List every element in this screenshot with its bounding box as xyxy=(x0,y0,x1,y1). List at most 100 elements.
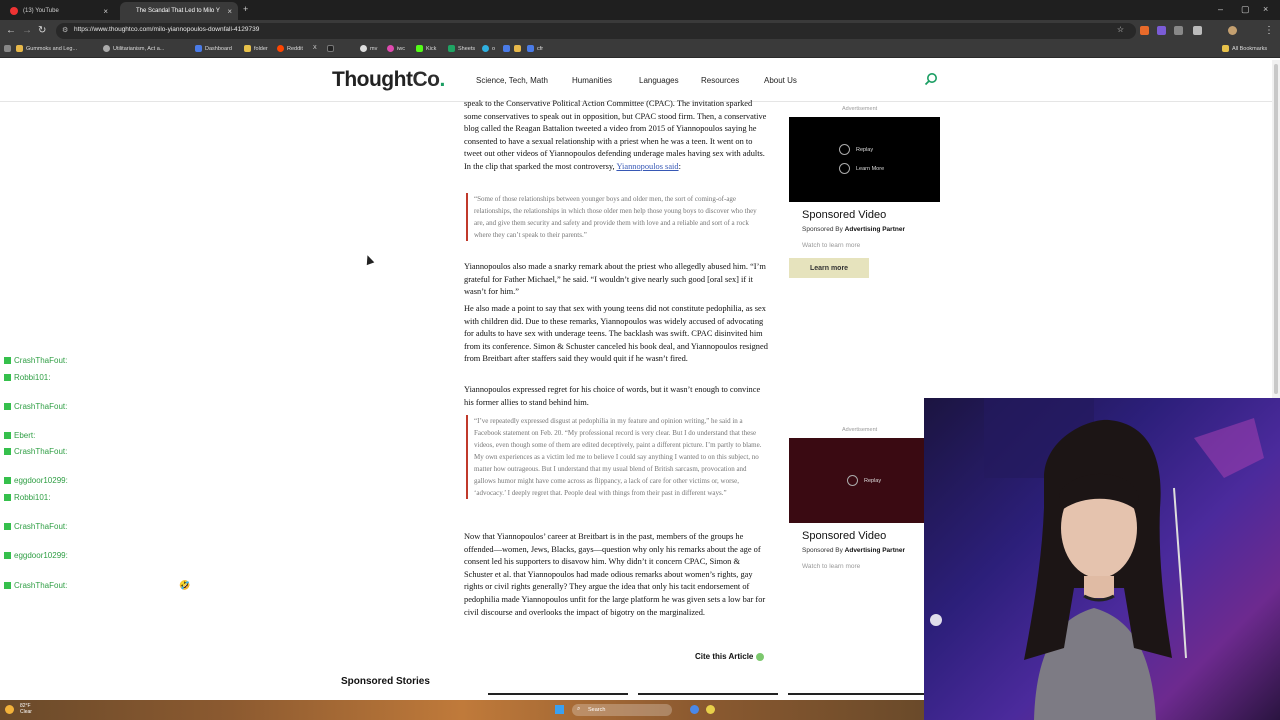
replay-button[interactable]: Replay xyxy=(839,144,873,155)
bookmark-item[interactable]: o xyxy=(482,45,495,52)
maximize-icon[interactable]: ▢ xyxy=(1241,4,1250,15)
all-bookmarks-label: All Bookmarks xyxy=(1232,45,1268,52)
bookmark-label: Sheets xyxy=(458,45,476,52)
sponsored-by: Sponsored By Advertising Partner xyxy=(802,226,905,233)
extensions-puzzle-icon[interactable] xyxy=(1174,26,1183,35)
chat-username: eggdoor10299: xyxy=(14,476,68,485)
watch-text: Watch to learn more xyxy=(802,563,861,570)
url-input[interactable]: ⚙ https://www.thoughtco.com/milo-yiannop… xyxy=(56,23,1136,39)
advertising-partner: Advertising Partner xyxy=(844,547,905,554)
bookmark-item[interactable]: Gummoks and Leg... xyxy=(16,45,77,52)
learn-more-label: Learn More xyxy=(856,165,885,172)
star-icon[interactable]: ☆ xyxy=(1117,25,1124,34)
cite-label: Cite this Article xyxy=(695,652,754,661)
nav-resources[interactable]: Resources xyxy=(701,76,739,85)
article-paragraph: Yiannopoulos also made a snarky remark a… xyxy=(464,262,766,297)
close-icon[interactable]: × xyxy=(227,7,232,16)
chrome-taskbar-icon[interactable] xyxy=(690,705,699,714)
yiannopoulos-said-link[interactable]: Yiannopoulos said xyxy=(616,162,678,171)
tab-article-label: The Scandal That Led to Milo Y xyxy=(136,8,220,14)
paragraph-text-end: : xyxy=(678,161,681,171)
bookmark-item[interactable] xyxy=(503,45,513,52)
advertisement-label: Advertisement xyxy=(842,106,878,112)
bookmark-label: folder xyxy=(254,45,268,52)
start-icon[interactable] xyxy=(555,705,564,714)
sponsored-stories-heading: Sponsored Stories xyxy=(341,676,430,687)
taskbar: 82°F Clear ⌕ Search xyxy=(0,700,924,720)
forward-icon[interactable]: → xyxy=(22,25,32,36)
chat-message: CrashThaFout: xyxy=(4,447,67,456)
chat-message: CrashThaFout: xyxy=(4,522,67,531)
url-text: https://www.thoughtco.com/milo-yiannopou… xyxy=(74,26,260,33)
ad-video-player[interactable]: Replay xyxy=(789,438,924,523)
bookmark-label: cfr xyxy=(537,45,544,52)
nav-science-tech-math[interactable]: Science, Tech, Math xyxy=(476,76,548,85)
taskbar-search[interactable]: ⌕ Search xyxy=(572,704,672,716)
profile-avatar[interactable] xyxy=(1228,26,1237,35)
bookmark-item[interactable]: cfr xyxy=(527,45,543,52)
quote-icon xyxy=(756,652,765,661)
search-icon: ⌕ xyxy=(577,706,581,712)
learn-more-button[interactable]: Learn more xyxy=(789,258,869,278)
scrollbar-thumb[interactable] xyxy=(1274,64,1278,394)
globe-icon xyxy=(839,163,850,174)
replay-icon xyxy=(847,475,858,486)
bookmark-item[interactable] xyxy=(514,45,524,52)
bookmark-item[interactable]: Utilitarianism, Act a... xyxy=(103,45,164,52)
ad-video-player[interactable]: Replay Learn More xyxy=(789,117,940,202)
learn-more-link[interactable]: Learn More xyxy=(839,163,884,174)
badge-icon xyxy=(4,403,11,410)
new-tab-button[interactable]: + xyxy=(243,4,248,14)
search-icon[interactable] xyxy=(924,72,938,86)
nav-languages[interactable]: Languages xyxy=(639,76,679,85)
bookmark-item[interactable]: mv xyxy=(360,45,377,52)
badge-icon xyxy=(4,374,11,381)
bookmark-item[interactable] xyxy=(327,45,337,52)
weather-widget[interactable]: 82°F Clear xyxy=(20,703,32,715)
bookmark-item[interactable]: iwc xyxy=(387,45,405,52)
site-info-icon[interactable]: ⚙ xyxy=(62,26,68,34)
bookmark-item[interactable]: folder xyxy=(244,45,268,52)
bookmark-item[interactable]: X xyxy=(313,45,317,51)
sponsored-by-label: Sponsored By xyxy=(802,226,843,233)
all-bookmarks[interactable]: All Bookmarks xyxy=(1222,45,1267,52)
sidebar-icon[interactable] xyxy=(1193,26,1202,35)
blockquote: “I’ve repeatedly expressed disgust at pe… xyxy=(466,415,766,499)
bookmark-item[interactable]: Reddit xyxy=(277,45,303,52)
bookmark-item[interactable]: Dashboard xyxy=(195,45,232,52)
sponsored-video-title[interactable]: Sponsored Video xyxy=(802,209,886,221)
replay-label: Replay xyxy=(864,477,882,484)
article-paragraph: Yiannopoulos expressed regret for his ch… xyxy=(464,385,761,407)
app-taskbar-icon[interactable] xyxy=(706,705,715,714)
chat-username: Ebert: xyxy=(14,431,36,440)
article-paragraph: speak to the Conservative Political Acti… xyxy=(464,98,768,174)
tab-article[interactable]: The Scandal That Led to Milo Y × xyxy=(120,2,238,20)
chat-message: eggdoor10299: xyxy=(4,551,68,560)
replay-label: Replay xyxy=(856,146,874,153)
bookmark-label: mv xyxy=(370,45,378,52)
bookmark-item[interactable]: Sheets xyxy=(448,45,475,52)
reload-icon[interactable]: ↻ xyxy=(38,25,46,36)
apps-icon[interactable] xyxy=(4,45,14,52)
extension-icon[interactable] xyxy=(1140,26,1149,35)
cite-this-article-button[interactable]: Cite this Article xyxy=(695,652,765,661)
bookmark-label: X xyxy=(313,45,317,51)
bookmark-item[interactable]: Kick xyxy=(416,45,436,52)
menu-icon[interactable]: ⋮ xyxy=(1264,25,1274,36)
close-window-icon[interactable]: × xyxy=(1263,4,1268,14)
advertisement-label: Advertisement xyxy=(842,427,878,433)
replay-button[interactable]: Replay xyxy=(847,475,881,486)
page-scrollbar[interactable] xyxy=(1272,60,1280,400)
extension-icon[interactable] xyxy=(1157,26,1166,35)
close-icon[interactable]: × xyxy=(103,7,108,16)
tab-youtube[interactable]: (13) YouTube × xyxy=(2,2,114,20)
minimize-icon[interactable]: – xyxy=(1218,4,1223,14)
address-bar-row: ← → ↻ ⚙ https://www.thoughtco.com/milo-y… xyxy=(0,20,1280,42)
nav-about-us[interactable]: About Us xyxy=(764,76,797,85)
chat-username: CrashThaFout: xyxy=(14,581,68,590)
back-icon[interactable]: ← xyxy=(6,25,16,36)
thoughtco-logo[interactable]: ThoughtCo. xyxy=(332,68,445,92)
nav-humanities[interactable]: Humanities xyxy=(572,76,612,85)
bookmarks-bar: Gummoks and Leg... Utilitarianism, Act a… xyxy=(0,42,1280,58)
sponsored-video-title[interactable]: Sponsored Video xyxy=(802,530,886,542)
